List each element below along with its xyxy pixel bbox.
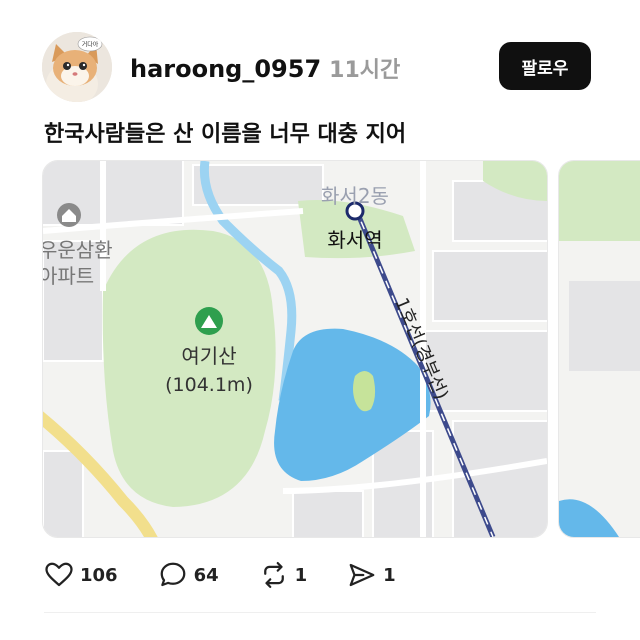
avatar-bubble-text: 거다아 [82, 41, 99, 49]
heart-icon [45, 562, 73, 587]
post-header: haroong_0957 11시간 [130, 52, 400, 84]
apartment-label-1: 우운삼환 [43, 238, 113, 262]
username[interactable]: haroong_0957 [130, 55, 321, 83]
action-bar: 106 64 1 1 [44, 560, 436, 590]
comment-icon [160, 562, 185, 587]
district-label: 화서2동 [321, 184, 389, 208]
mountain-name: 여기산 [181, 344, 236, 368]
map-image[interactable]: 화서2동 화서역 우운삼환 아파트 여기산 (104.1m) 1호선(경부선) [42, 160, 548, 538]
mountain-park-area [102, 229, 276, 507]
repost-button[interactable]: 1 [259, 560, 308, 590]
share-button[interactable]: 1 [347, 560, 396, 590]
share-count: 1 [383, 564, 396, 586]
comment-count: 64 [193, 564, 219, 586]
media-carousel[interactable]: 화서2동 화서역 우운삼환 아파트 여기산 (104.1m) 1호선(경부선) [42, 160, 640, 538]
threads-post: 거다아 haroong_0957 11시간 팔로우 한국사람들은 산 이름을 너… [0, 0, 640, 640]
send-icon [349, 563, 375, 587]
like-button[interactable]: 106 [44, 560, 118, 590]
repost-count: 1 [294, 564, 308, 586]
apartment-label-2: 아파트 [43, 264, 94, 288]
post-caption: 한국사람들은 산 이름을 너무 대충 지어 [44, 122, 407, 147]
next-image-preview[interactable] [558, 160, 640, 538]
mountain-height: (104.1m) [165, 374, 253, 396]
avatar[interactable]: 거다아 [42, 32, 112, 102]
like-count: 106 [80, 564, 118, 586]
repost-icon [263, 562, 284, 588]
divider [44, 612, 596, 613]
cat-avatar-image: 거다아 [42, 32, 112, 102]
comment-button[interactable]: 64 [158, 560, 219, 590]
station-label: 화서역 [327, 228, 382, 252]
follow-button[interactable]: 팔로우 [499, 42, 591, 90]
post-time: 11시간 [329, 58, 401, 83]
map-svg: 화서2동 화서역 우운삼환 아파트 여기산 (104.1m) 1호선(경부선) [43, 161, 547, 537]
